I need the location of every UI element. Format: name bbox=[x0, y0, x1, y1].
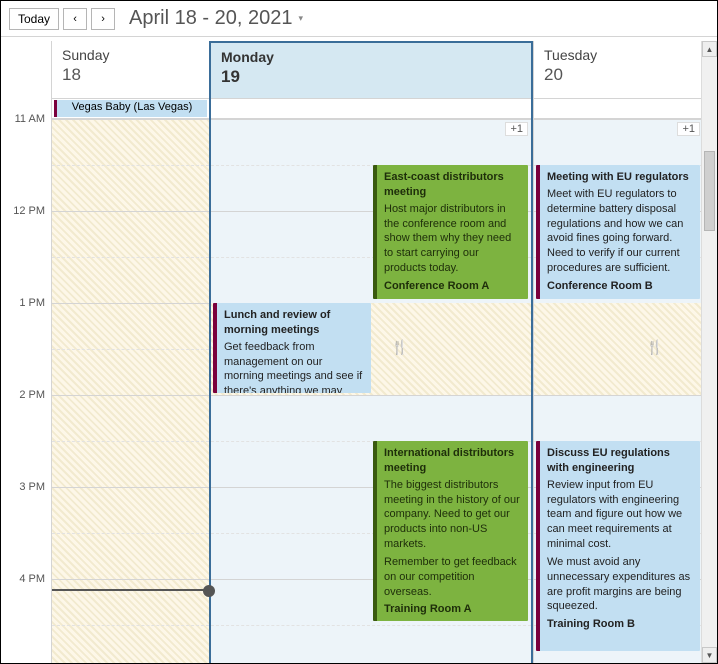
event-desc: Review input from EU regulators with eng… bbox=[547, 478, 693, 552]
time-label: 2 PM bbox=[19, 389, 45, 401]
next-button[interactable]: › bbox=[91, 8, 115, 30]
event-lunch-review[interactable]: Lunch and review of morning meetings Get… bbox=[213, 303, 371, 393]
day-name: Monday bbox=[221, 49, 521, 65]
event-desc: We must avoid any unnecessary expenditur… bbox=[547, 555, 693, 614]
event-east-coast[interactable]: East-coast distributors meeting Host maj… bbox=[373, 165, 528, 299]
event-eu-regulators[interactable]: Meeting with EU regulators Meet with EU … bbox=[536, 165, 700, 299]
overflow-badge[interactable]: +1 bbox=[677, 122, 700, 136]
day-name: Sunday bbox=[62, 47, 199, 63]
current-time-indicator bbox=[52, 589, 209, 591]
allday-row[interactable] bbox=[211, 99, 531, 119]
calendar-grid: 11 AM 12 PM 1 PM 2 PM 3 PM 4 PM Sunday 1… bbox=[1, 41, 701, 663]
event-desc: Get feedback from management on our morn… bbox=[224, 340, 364, 393]
time-label: 3 PM bbox=[19, 481, 45, 493]
day-name: Tuesday bbox=[544, 47, 693, 63]
scroll-thumb[interactable] bbox=[704, 151, 715, 231]
event-desc: Meet with EU regulators to determine bat… bbox=[547, 187, 693, 276]
day-number: 20 bbox=[544, 65, 693, 85]
event-desc: Host major distributors in the conferenc… bbox=[384, 202, 521, 276]
day-number: 19 bbox=[221, 67, 521, 87]
lunch-band bbox=[534, 303, 703, 395]
event-title: Discuss EU regulations with engineering bbox=[547, 446, 693, 476]
time-label: 1 PM bbox=[19, 297, 45, 309]
day-column-monday: Monday 19 +1 🍴 East-coast distributors m… bbox=[209, 41, 533, 663]
event-location: Conference Room B bbox=[547, 279, 693, 294]
time-gutter: 11 AM 12 PM 1 PM 2 PM 3 PM 4 PM bbox=[1, 119, 51, 663]
date-range-picker[interactable]: April 18 - 20, 2021 ▾ bbox=[129, 7, 303, 30]
day-header[interactable]: Sunday 18 bbox=[52, 41, 209, 99]
time-label: 11 AM bbox=[15, 113, 45, 125]
fork-knife-icon: 🍴 bbox=[646, 339, 663, 356]
fork-knife-icon: 🍴 bbox=[391, 339, 408, 356]
day-header[interactable]: Tuesday 20 bbox=[534, 41, 703, 99]
event-title: International distributors meeting bbox=[384, 446, 521, 476]
today-button[interactable]: Today bbox=[9, 8, 59, 30]
vertical-scrollbar[interactable]: ▲ ▼ bbox=[701, 41, 717, 663]
time-slots[interactable]: 🍴 East-coast distributors meeting Host m… bbox=[211, 119, 531, 663]
current-time-dot bbox=[203, 585, 215, 597]
day-column-tuesday: Tuesday 20 +1 🍴 Meeting with EU regulato… bbox=[533, 41, 703, 663]
event-location: Training Room A bbox=[384, 602, 521, 617]
allday-row[interactable] bbox=[534, 99, 703, 119]
day-header[interactable]: Monday 19 bbox=[211, 41, 531, 99]
scroll-up-button[interactable]: ▲ bbox=[702, 41, 717, 57]
date-range-label: April 18 - 20, 2021 bbox=[129, 7, 292, 30]
time-label: 4 PM bbox=[19, 573, 45, 585]
time-slots[interactable]: 🍴 Meeting with EU regulators Meet with E… bbox=[534, 119, 703, 663]
event-desc: Remember to get feedback on our competit… bbox=[384, 555, 521, 600]
day-number: 18 bbox=[62, 65, 199, 85]
day-column-sunday: Sunday 18 Vegas Baby (Las Vegas) bbox=[51, 41, 209, 663]
scroll-down-button[interactable]: ▼ bbox=[702, 647, 717, 663]
event-location: Conference Room A bbox=[384, 279, 521, 294]
event-title: Lunch and review of morning meetings bbox=[224, 308, 364, 338]
event-desc: The biggest distributors meeting in the … bbox=[384, 478, 521, 552]
time-label: 12 PM bbox=[13, 205, 45, 217]
allday-event-vegas[interactable]: Vegas Baby (Las Vegas) bbox=[54, 100, 207, 117]
toolbar: Today ‹ › April 18 - 20, 2021 ▾ bbox=[1, 1, 717, 37]
allday-row[interactable]: Vegas Baby (Las Vegas) bbox=[52, 99, 209, 119]
chevron-down-icon: ▾ bbox=[298, 13, 303, 24]
event-title: East-coast distributors meeting bbox=[384, 170, 521, 200]
overflow-badge[interactable]: +1 bbox=[505, 122, 528, 136]
event-eu-engineering[interactable]: Discuss EU regulations with engineering … bbox=[536, 441, 700, 651]
event-international[interactable]: International distributors meeting The b… bbox=[373, 441, 528, 621]
event-title: Meeting with EU regulators bbox=[547, 170, 693, 185]
time-slots[interactable] bbox=[52, 119, 209, 663]
prev-button[interactable]: ‹ bbox=[63, 8, 87, 30]
event-location: Training Room B bbox=[547, 617, 693, 632]
